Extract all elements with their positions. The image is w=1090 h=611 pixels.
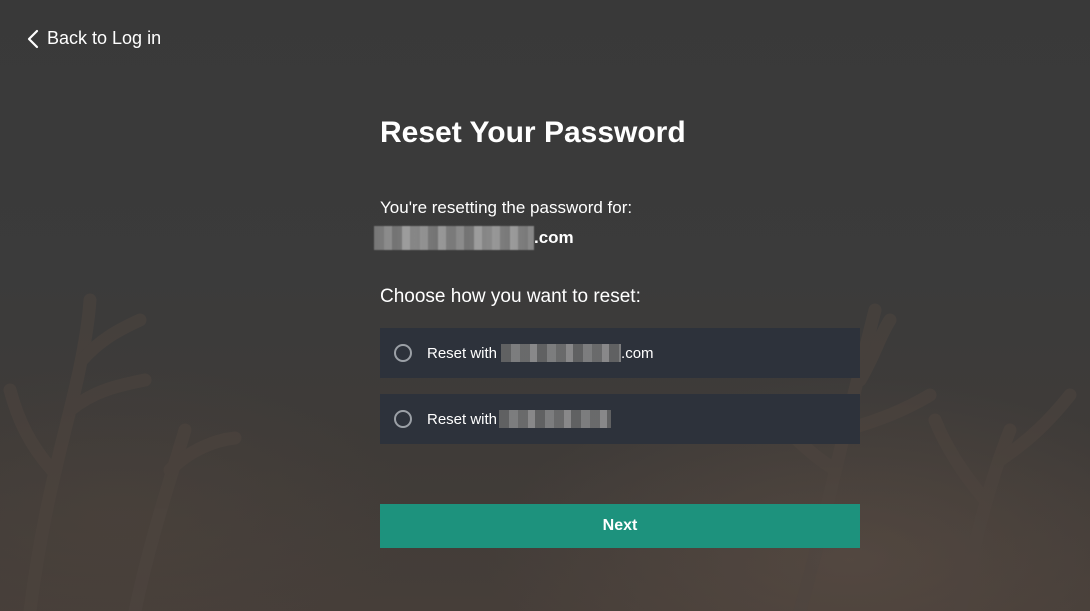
next-button[interactable]: Next bbox=[380, 504, 860, 548]
back-to-login-link[interactable]: Back to Log in bbox=[27, 28, 161, 49]
option-label-prefix: Reset with bbox=[427, 410, 498, 428]
radio-button[interactable] bbox=[394, 410, 412, 428]
reset-intro-text: You're resetting the password for: bbox=[380, 198, 633, 217]
option-label-prefix: Reset with bbox=[427, 344, 498, 362]
reset-password-panel: Reset Your Password You're resetting the… bbox=[374, 114, 860, 548]
choose-method-label: Choose how you want to reset: bbox=[380, 286, 641, 307]
chevron-left-icon bbox=[27, 29, 39, 49]
back-to-login-label: Back to Log in bbox=[47, 28, 162, 48]
redacted-email bbox=[374, 226, 534, 250]
reset-option-phone[interactable]: Reset with bbox=[380, 394, 860, 444]
radio-button[interactable] bbox=[394, 344, 412, 362]
account-domain-suffix: .com bbox=[534, 228, 574, 247]
redacted-email bbox=[501, 344, 622, 362]
account-identifier: .com bbox=[374, 226, 860, 250]
reset-option-email[interactable]: Reset with .com bbox=[380, 328, 860, 378]
page-title: Reset Your Password bbox=[380, 116, 686, 149]
option-label-suffix: .com bbox=[621, 344, 654, 362]
redacted-phone bbox=[499, 410, 612, 428]
